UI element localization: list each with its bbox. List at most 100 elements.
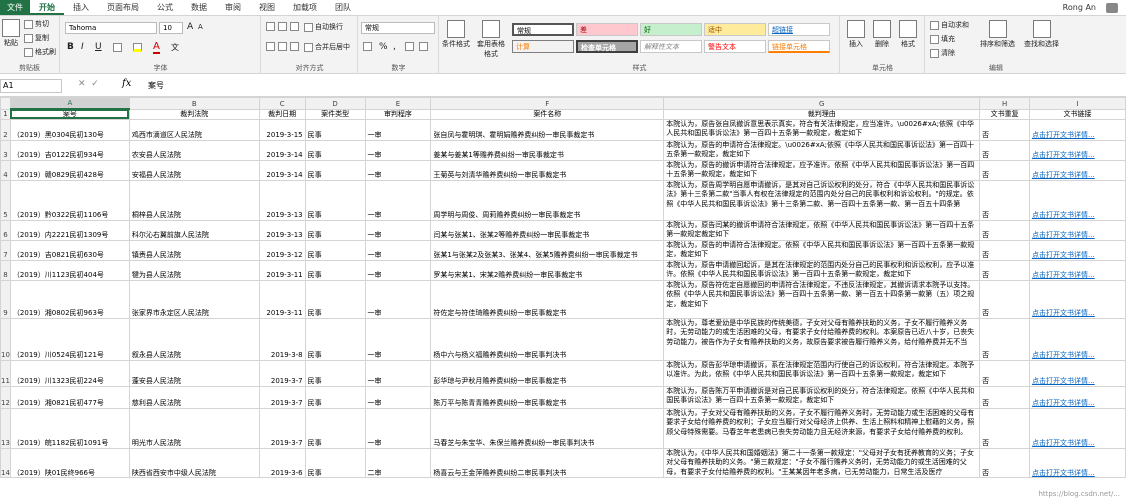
tab-home[interactable]: 开始 (30, 0, 64, 15)
style-calculation[interactable]: 计算 (512, 40, 574, 53)
style-neutral[interactable]: 适中 (704, 23, 766, 36)
cell-reason[interactable]: 本院认为，原告符佐定自愿撤回的申请符合法律规定，不违反法律规定，其撤诉请求本院予… (663, 279, 981, 319)
cell-date[interactable]: 2019-3-14 (258, 139, 306, 161)
grow-font-button[interactable]: A (187, 22, 193, 32)
cell-duplicate[interactable]: 否 (979, 359, 1031, 387)
row-header[interactable]: 7 (0, 239, 11, 261)
column-header-a[interactable]: A (9, 97, 130, 110)
autosum-button[interactable]: 自动求和 (930, 20, 969, 30)
cell-case-number[interactable]: （2019）川1123民初404号 (9, 259, 130, 281)
cell-procedure[interactable]: 一审 (364, 259, 432, 281)
cell-case-name[interactable]: 杨喜云与王金萍赡养费纠纷二审民事判决书 (430, 447, 665, 478)
cell-case-name[interactable]: 张某1与张某2及张某3、张某4、张某5赡养费纠纷一审民事裁定书 (430, 239, 665, 261)
formula-input[interactable]: 案号 (148, 79, 164, 93)
cell-duplicate[interactable]: 否 (979, 447, 1031, 478)
cell-duplicate[interactable]: 否 (979, 118, 1031, 141)
cell-procedure[interactable]: 一审 (364, 385, 432, 409)
decrease-decimal-button[interactable] (419, 42, 428, 51)
worksheet-grid[interactable]: A B C D E F G H I 1 案号 裁判法院 裁判日期 案件类型 审判… (0, 97, 1126, 500)
row-header[interactable]: 6 (0, 219, 11, 241)
cell-link[interactable]: 点击打开文书详情... (1029, 447, 1126, 478)
cell-duplicate[interactable]: 否 (979, 159, 1031, 181)
cell-reason[interactable]: 本院认为，原告张自凤撤诉意思表示真实，符合有关法律规定，应当准许。\u0026#… (663, 118, 981, 141)
tab-data[interactable]: 数据 (182, 0, 216, 15)
cell-reason[interactable]: 本院认为，子女对父母有赡养扶助的义务，子女不履行赡养义务时，无劳动能力或生活困难… (663, 407, 981, 449)
cell-court[interactable]: 科尔沁右翼前旗人民法院 (128, 219, 260, 241)
column-header-b[interactable]: B (128, 97, 260, 110)
italic-button[interactable]: I (81, 42, 84, 52)
cell-link[interactable]: 点击打开文书详情... (1029, 159, 1126, 181)
merge-center-button[interactable]: 合并后居中 (304, 42, 350, 52)
row-header[interactable]: 11 (0, 359, 11, 387)
align-right-button[interactable] (290, 42, 299, 51)
format-painter-button[interactable]: 格式刷 (24, 47, 56, 57)
cell-reason[interactable]: 本院认为，原告周学明自愿申请撤诉，是其对自己诉讼权利的处分，符合《中华人民共和国… (663, 179, 981, 221)
cell-case-type[interactable]: 民事 (304, 239, 366, 261)
header-procedure[interactable]: 审判程序 (364, 108, 432, 120)
cell-court[interactable]: 陕西省西安市中级人民法院 (128, 447, 260, 478)
header-case-type[interactable]: 案件类型 (304, 108, 366, 120)
cell-duplicate[interactable]: 否 (979, 219, 1031, 241)
style-good[interactable]: 好 (640, 23, 702, 36)
underline-button[interactable]: U (95, 42, 102, 52)
currency-button[interactable] (363, 42, 372, 51)
cut-button[interactable]: 剪切 (24, 19, 49, 29)
cell-reason[interactable]: 本院认为，原告陈万平申请撤诉是对自己民事诉讼权利的处分，符合法律规定。依照《中华… (663, 385, 981, 409)
row-header[interactable]: 2 (0, 118, 11, 141)
cell-reason[interactable]: 本院认为，原告的申请符合法律规定。\u0026#xA;依照《中华人民共和国民事诉… (663, 139, 981, 161)
cell-case-name[interactable]: 张自凤与霍明琪、霍明娟赡养费纠纷一审民事裁定书 (430, 118, 665, 141)
row-header[interactable]: 5 (0, 179, 11, 221)
cell-case-type[interactable]: 民事 (304, 259, 366, 281)
cell-court[interactable]: 叙永县人民法院 (128, 317, 260, 361)
cell-reason[interactable]: 本院认为，原告彭华琼申请撤诉，系在法律规定范围内行使自己的诉讼权利，符合法律规定… (663, 359, 981, 387)
cell-case-name[interactable]: 陈万平与陈青青赡养费纠纷一审民事裁定书 (430, 385, 665, 409)
cell-case-type[interactable]: 民事 (304, 385, 366, 409)
header-duplicate[interactable]: 文书重复 (979, 108, 1031, 120)
cancel-icon[interactable]: ✕ (78, 79, 86, 89)
cell-date[interactable]: 2019-3-8 (258, 317, 306, 361)
cell-link[interactable]: 点击打开文书详情... (1029, 239, 1126, 261)
cell-date[interactable]: 2019-3-11 (258, 259, 306, 281)
cell-case-name[interactable]: 罗某与宋某1、宋某2赡养费纠纷一审民事裁定书 (430, 259, 665, 281)
cell-case-type[interactable]: 民事 (304, 159, 366, 181)
insert-function-button[interactable]: fx (122, 78, 131, 89)
cell-link[interactable]: 点击打开文书详情... (1029, 179, 1126, 221)
cell-procedure[interactable]: 一审 (364, 239, 432, 261)
column-header-h[interactable]: H (979, 97, 1031, 110)
cell-link[interactable]: 点击打开文书详情... (1029, 407, 1126, 449)
cell-duplicate[interactable]: 否 (979, 139, 1031, 161)
header-case-name[interactable]: 案件名称 (430, 108, 665, 120)
column-header-g[interactable]: G (663, 97, 981, 110)
header-reason[interactable]: 裁判理由 (663, 108, 981, 120)
cell-procedure[interactable]: 一审 (364, 317, 432, 361)
column-header-e[interactable]: E (364, 97, 432, 110)
cell-duplicate[interactable]: 否 (979, 317, 1031, 361)
name-box[interactable]: A1 (0, 79, 62, 93)
cell-court[interactable]: 明光市人民法院 (128, 407, 260, 449)
border-button[interactable] (113, 43, 122, 52)
cell-case-name[interactable]: 姜某与姜某1等赡养费纠纷一审民事裁定书 (430, 139, 665, 161)
cell-case-number[interactable]: （2019）湘0802民初963号 (9, 279, 130, 319)
conditional-format-button[interactable]: 条件格式 (442, 20, 470, 49)
cell-procedure[interactable]: 一审 (364, 179, 432, 221)
column-header-c[interactable]: C (258, 97, 306, 110)
cell-date[interactable]: 2019-3-13 (258, 179, 306, 221)
cell-procedure[interactable]: 一审 (364, 279, 432, 319)
row-header[interactable]: 1 (0, 108, 11, 120)
cell-court[interactable]: 蓬安县人民法院 (128, 359, 260, 387)
wrap-text-button[interactable]: 自动换行 (304, 22, 343, 32)
number-format-select[interactable]: 常规 (361, 22, 435, 34)
header-link[interactable]: 文书链接 (1029, 108, 1126, 120)
style-linked-cell[interactable]: 链接单元格 (768, 40, 830, 53)
cell-link[interactable]: 点击打开文书详情... (1029, 385, 1126, 409)
cell-case-name[interactable]: 马春芝与朱宝华、朱保兰赡养费纠纷一审民事判决书 (430, 407, 665, 449)
cell-duplicate[interactable]: 否 (979, 279, 1031, 319)
fill-color-button[interactable] (133, 43, 142, 52)
style-bad[interactable]: 差 (576, 23, 638, 36)
row-header[interactable]: 3 (0, 139, 11, 161)
row-header[interactable]: 12 (0, 385, 11, 409)
cell-case-name[interactable]: 符佐定与符佳琦赡养费纠纷一审民事裁定书 (430, 279, 665, 319)
cell-case-number[interactable]: （2019）吉0122民初934号 (9, 139, 130, 161)
cell-procedure[interactable]: 一审 (364, 359, 432, 387)
delete-cells-button[interactable]: 删除 (873, 20, 891, 49)
